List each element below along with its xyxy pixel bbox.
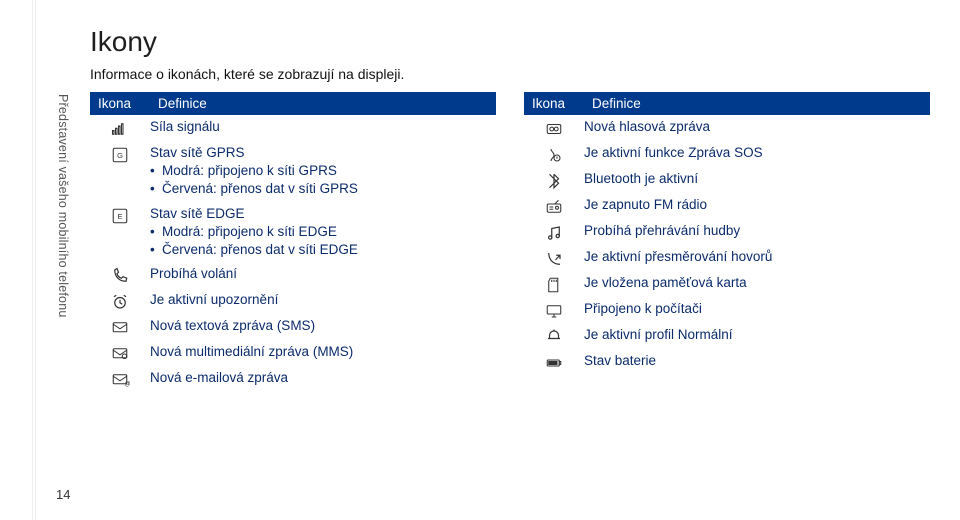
definition-text: Je vložena paměťová karta [584, 274, 930, 292]
table-row: E Stav sítě EDGE•Modrá: připojeno k síti … [90, 202, 496, 263]
svg-text:@: @ [125, 382, 131, 388]
battery-icon [524, 352, 584, 372]
definition-text: Nová hlasová zpráva [584, 118, 930, 136]
left-column: Ikona Definice Síla signálu G Stav sítě GP… [90, 92, 496, 392]
definition-text: Připojeno k počítači [584, 300, 930, 318]
table-row: Je aktivní upozornění [90, 288, 496, 314]
table-row: Síla signálu [90, 115, 496, 141]
edge-icon: E [90, 205, 150, 225]
col-header-icon: Ikona [524, 92, 584, 115]
table-header: Ikona Definice [90, 92, 496, 115]
alarm-icon [90, 291, 150, 311]
table-row: Nová hlasová zpráva [524, 115, 930, 141]
call-icon [90, 265, 150, 285]
table-row: G Stav sítě GPRS•Modrá: připojeno k síti … [90, 141, 496, 202]
col-header-def: Definice [150, 92, 496, 115]
email-icon: @ [90, 369, 150, 389]
section-side-label: Představení vašeho mobilního telefonu [48, 94, 70, 318]
definition-text: Je aktivní profil Normální [584, 326, 930, 344]
table-row: Připojeno k počítači [524, 297, 930, 323]
mms-icon [90, 343, 150, 363]
definition-text: Síla signálu [150, 118, 496, 136]
definition-text: Je aktivní přesměrování hovorů [584, 248, 930, 266]
col-header-icon: Ikona [90, 92, 150, 115]
fm-icon [524, 196, 584, 216]
right-column: Ikona Definice Nová hlasová zpráva Je akt… [524, 92, 930, 392]
svg-text:E: E [117, 212, 122, 221]
definition-text: Stav sítě EDGE•Modrá: připojeno k síti E… [150, 205, 496, 260]
svg-text:G: G [117, 151, 123, 160]
definition-text: Nová textová zpráva (SMS) [150, 317, 496, 335]
forward-icon [524, 248, 584, 268]
page-content: Ikony Informace o ikonách, které se zobr… [90, 26, 930, 392]
page-title: Ikony [90, 26, 930, 58]
signal-icon [90, 118, 150, 138]
binding-spine [32, 0, 38, 520]
definition-text: Je aktivní funkce Zpráva SOS [584, 144, 930, 162]
table-row: @ Nová e-mailová zpráva [90, 366, 496, 392]
sms-icon [90, 317, 150, 337]
definition-text: Probíhá volání [150, 265, 496, 283]
table-row: Probíhá volání [90, 262, 496, 288]
table-row: Stav baterie [524, 349, 930, 375]
definition-text: Bluetooth je aktivní [584, 170, 930, 188]
music-icon [524, 222, 584, 242]
definition-text: Nová multimediální zpráva (MMS) [150, 343, 496, 361]
bluetooth-icon [524, 170, 584, 190]
definition-text: Probíhá přehrávání hudby [584, 222, 930, 240]
table-row: Je aktivní funkce Zpráva SOS [524, 141, 930, 167]
table-row: Bluetooth je aktivní [524, 167, 930, 193]
definition-text: Je zapnuto FM rádio [584, 196, 930, 214]
page-intro: Informace o ikonách, které se zobrazují … [90, 66, 930, 82]
table-row: Je zapnuto FM rádio [524, 193, 930, 219]
page-number: 14 [56, 487, 70, 502]
definition-text: Je aktivní upozornění [150, 291, 496, 309]
definition-text: Stav sítě GPRS•Modrá: připojeno k síti G… [150, 144, 496, 199]
definition-text: Stav baterie [584, 352, 930, 370]
sdcard-icon [524, 274, 584, 294]
profile-icon [524, 326, 584, 346]
table-row: Je vložena paměťová karta [524, 271, 930, 297]
table-row: Nová textová zpráva (SMS) [90, 314, 496, 340]
table-row: Nová multimediální zpráva (MMS) [90, 340, 496, 366]
table-row: Je aktivní přesměrování hovorů [524, 245, 930, 271]
sos-icon [524, 144, 584, 164]
table-row: Probíhá přehrávání hudby [524, 219, 930, 245]
table-row: Je aktivní profil Normální [524, 323, 930, 349]
definition-text: Nová e-mailová zpráva [150, 369, 496, 387]
voicemail-icon [524, 118, 584, 138]
col-header-def: Definice [584, 92, 930, 115]
gprs-icon: G [90, 144, 150, 164]
pc-icon [524, 300, 584, 320]
table-header: Ikona Definice [524, 92, 930, 115]
